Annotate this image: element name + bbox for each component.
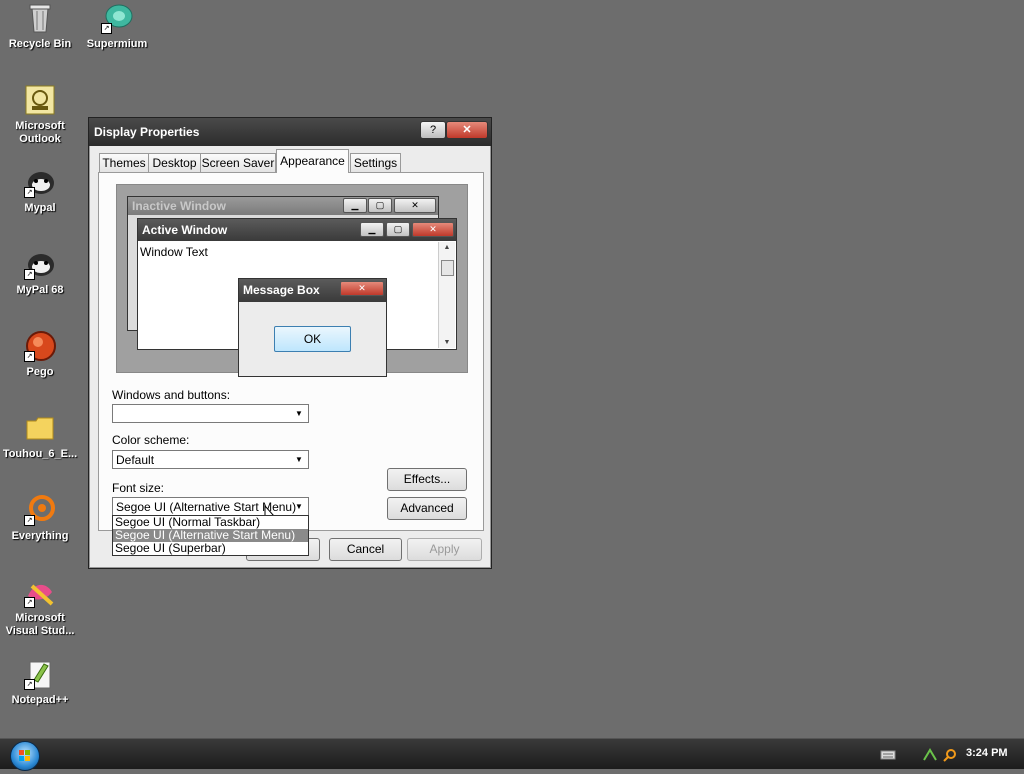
supermium-icon: ↗ — [101, 2, 133, 34]
font-size-dropdown-list: Segoe UI (Normal Taskbar) Segoe UI (Alte… — [112, 515, 309, 556]
tab-appearance[interactable]: Appearance — [276, 149, 349, 173]
desktop-icon-supermium[interactable]: ↗ Supermium — [77, 2, 157, 51]
windows-buttons-select[interactable]: ▼ — [112, 404, 309, 423]
close-icon: ✕ — [340, 281, 384, 296]
cancel-button[interactable]: Cancel — [329, 538, 402, 561]
shortcut-arrow-icon: ↗ — [24, 515, 35, 526]
keyboard-icon[interactable] — [880, 747, 896, 761]
preview-scrollbar: ▲ ▼ — [438, 242, 455, 348]
desktop-icon-everything[interactable]: ↗ Everything — [0, 494, 80, 543]
display-properties-dialog: Display Properties ? ✕ Themes Desktop Sc… — [88, 117, 492, 569]
shortcut-arrow-icon: ↗ — [24, 351, 35, 362]
windows-logo-icon — [19, 750, 30, 761]
everything-icon: ↗ — [24, 494, 56, 526]
desktop-icon-recycle-bin[interactable]: Recycle Bin — [0, 2, 80, 51]
desktop-icon-label: Recycle Bin — [8, 38, 72, 50]
desktop-icon-label: Pego — [26, 366, 54, 378]
desktop-icon-pego[interactable]: ↗ Pego — [0, 330, 80, 379]
chevron-down-icon: ▼ — [295, 502, 303, 511]
scroll-up-icon: ▲ — [443, 244, 451, 251]
visual-studio-icon: ↗ — [24, 576, 56, 608]
desktop-icon-label: Microsoft Outlook — [15, 120, 65, 145]
pego-icon: ↗ — [24, 330, 56, 362]
desktop-icon-label: Microsoft Visual Stud... — [5, 612, 75, 637]
advanced-button[interactable]: Advanced — [387, 497, 467, 520]
tab-screen-saver[interactable]: Screen Saver — [200, 153, 276, 172]
maximize-icon: ▢ — [368, 198, 392, 213]
desktop-icon-outlook[interactable]: Microsoft Outlook — [0, 84, 80, 146]
color-scheme-value: Default — [116, 453, 155, 467]
mypal-icon: ↗ — [24, 166, 56, 198]
scroll-thumb — [441, 260, 454, 276]
apply-button[interactable]: Apply — [407, 538, 482, 561]
close-icon: ✕ — [394, 198, 436, 213]
desktop-icon-label: Supermium — [86, 38, 148, 50]
network-icon[interactable] — [922, 747, 938, 761]
desktop-icon-label: Everything — [11, 530, 69, 542]
desktop-icon-label: Mypal — [24, 202, 56, 214]
dialog-title: Display Properties — [94, 125, 200, 139]
font-size-select[interactable]: Segoe UI (Alternative Start Menu) ▼ — [112, 497, 309, 516]
preview-message-box: Message Box ✕ OK — [238, 278, 387, 377]
desktop-icon-mypal-68[interactable]: ↗ MyPal 68 — [0, 248, 80, 297]
scroll-down-icon: ▼ — [443, 339, 451, 346]
font-size-label: Font size: — [112, 481, 165, 495]
start-button[interactable] — [10, 741, 40, 771]
preview-window-text: Window Text — [140, 245, 208, 259]
shortcut-arrow-icon: ↗ — [24, 597, 35, 608]
preview-ok-button: OK — [274, 326, 351, 352]
dialog-titlebar[interactable]: Display Properties ? ✕ — [89, 118, 491, 146]
tab-desktop[interactable]: Desktop — [148, 153, 201, 172]
desktop-icon-label: Touhou_6_E... — [2, 448, 78, 460]
search-icon[interactable] — [942, 747, 958, 762]
color-scheme-label: Color scheme: — [112, 433, 190, 447]
notepadpp-icon: ↗ — [24, 658, 56, 690]
desktop-icon-touhou[interactable]: Touhou_6_E... — [0, 412, 80, 461]
effects-button[interactable]: Effects... — [387, 468, 467, 491]
close-button[interactable]: ✕ — [446, 121, 488, 139]
appearance-preview: Inactive Window ▁ ▢ ✕ Active Window ▁ ▢ … — [116, 184, 468, 377]
chevron-down-icon: ▼ — [295, 409, 303, 418]
taskbar-clock[interactable]: 3:24 PM — [966, 747, 1008, 759]
mypal-68-icon: ↗ — [24, 248, 56, 280]
chevron-down-icon: ▼ — [295, 455, 303, 464]
maximize-icon: ▢ — [386, 222, 410, 237]
desktop-icon-label: Notepad++ — [11, 694, 69, 706]
folder-icon — [24, 412, 56, 444]
tab-settings[interactable]: Settings — [350, 153, 401, 172]
taskbar: 3:24 PM — [0, 738, 1024, 771]
close-icon: ✕ — [412, 222, 454, 237]
outlook-icon — [24, 84, 56, 116]
desktop-icon-mypal[interactable]: ↗ Mypal — [0, 166, 80, 215]
recycle-bin-icon — [24, 2, 56, 34]
dropdown-option-superbar[interactable]: Segoe UI (Superbar) — [113, 542, 308, 555]
shortcut-arrow-icon: ↗ — [101, 23, 112, 34]
appearance-panel: Inactive Window ▁ ▢ ✕ Active Window ▁ ▢ … — [98, 172, 484, 531]
tab-themes[interactable]: Themes — [99, 153, 149, 172]
help-button[interactable]: ? — [420, 121, 446, 139]
shortcut-arrow-icon: ↗ — [24, 269, 35, 280]
windows-buttons-label: Windows and buttons: — [112, 388, 231, 402]
minimize-icon: ▁ — [343, 198, 367, 213]
desktop-icon-label: MyPal 68 — [16, 284, 64, 296]
desktop-icon-visual-studio[interactable]: ↗ Microsoft Visual Stud... — [0, 576, 80, 638]
preview-active-window: Active Window ▁ ▢ ✕ Window Text ▲ ▼ Mess… — [137, 218, 457, 377]
shortcut-arrow-icon: ↗ — [24, 187, 35, 198]
desktop-icon-notepadpp[interactable]: ↗ Notepad++ — [0, 658, 80, 707]
shortcut-arrow-icon: ↗ — [24, 679, 35, 690]
minimize-icon: ▁ — [360, 222, 384, 237]
color-scheme-select[interactable]: Default ▼ — [112, 450, 309, 469]
